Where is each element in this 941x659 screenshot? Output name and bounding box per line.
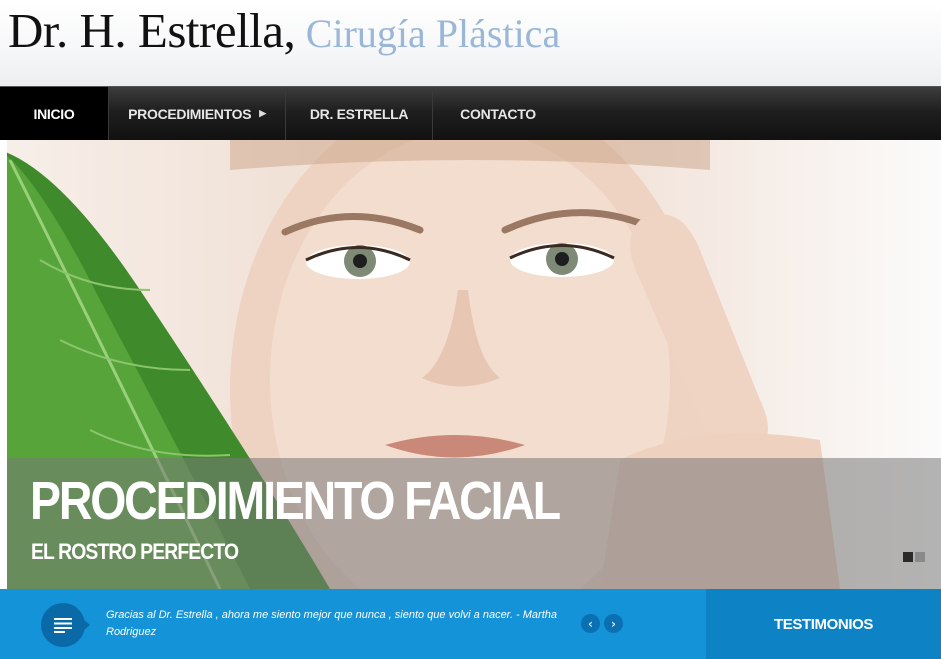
nav-item-dr-estrella[interactable]: DR. ESTRELLA — [286, 87, 433, 140]
nav-item-label: CONTACTO — [460, 105, 536, 122]
main-nav: INICIO PROCEDIMIENTOS ▶ DR. ESTRELLA CON… — [0, 86, 941, 140]
slider-pagination — [903, 552, 925, 562]
hero-subtitle: EL ROSTRO PERFECTO — [31, 539, 239, 564]
hero-slider[interactable]: PROCEDIMIENTO FACIAL EL ROSTRO PERFECTO — [0, 140, 941, 589]
nav-item-inicio[interactable]: INICIO — [0, 87, 109, 140]
testimonials-bar: Gracias al Dr. Estrella , ahora me sient… — [0, 589, 941, 659]
logo-tagline: Cirugía Plástica — [305, 11, 561, 56]
nav-item-contacto[interactable]: CONTACTO — [433, 87, 563, 140]
icon-pointer — [83, 619, 90, 631]
site-logo[interactable]: Dr. H. Estrella, Cirugía Plástica — [8, 2, 560, 59]
triangle-right-icon: ▶ — [259, 108, 266, 118]
testimonial-text: Gracias al Dr. Estrella , ahora me sient… — [106, 609, 558, 638]
nav-item-procedimientos[interactable]: PROCEDIMIENTOS ▶ — [109, 87, 286, 140]
logo-comma: , — [283, 3, 296, 58]
site-header: Dr. H. Estrella, Cirugía Plástica — [0, 0, 941, 86]
quote-lines-icon — [41, 603, 85, 647]
nav-item-label: INICIO — [33, 105, 75, 122]
testimonial-nav: ‹ › — [581, 614, 623, 633]
hero-title: PROCEDIMIENTO FACIAL — [30, 471, 561, 531]
logo-name: Dr. H. Estrella — [8, 3, 284, 58]
nav-item-label: DR. ESTRELLA — [309, 105, 409, 122]
chevron-right-icon[interactable]: › — [604, 614, 623, 633]
chevron-left-icon[interactable]: ‹ — [581, 614, 600, 633]
slider-dot-2[interactable] — [915, 552, 925, 562]
slider-dot-1[interactable] — [903, 552, 913, 562]
nav-item-label: PROCEDIMIENTOS — [128, 105, 252, 122]
testimonials-label[interactable]: TESTIMONIOS — [706, 589, 941, 659]
